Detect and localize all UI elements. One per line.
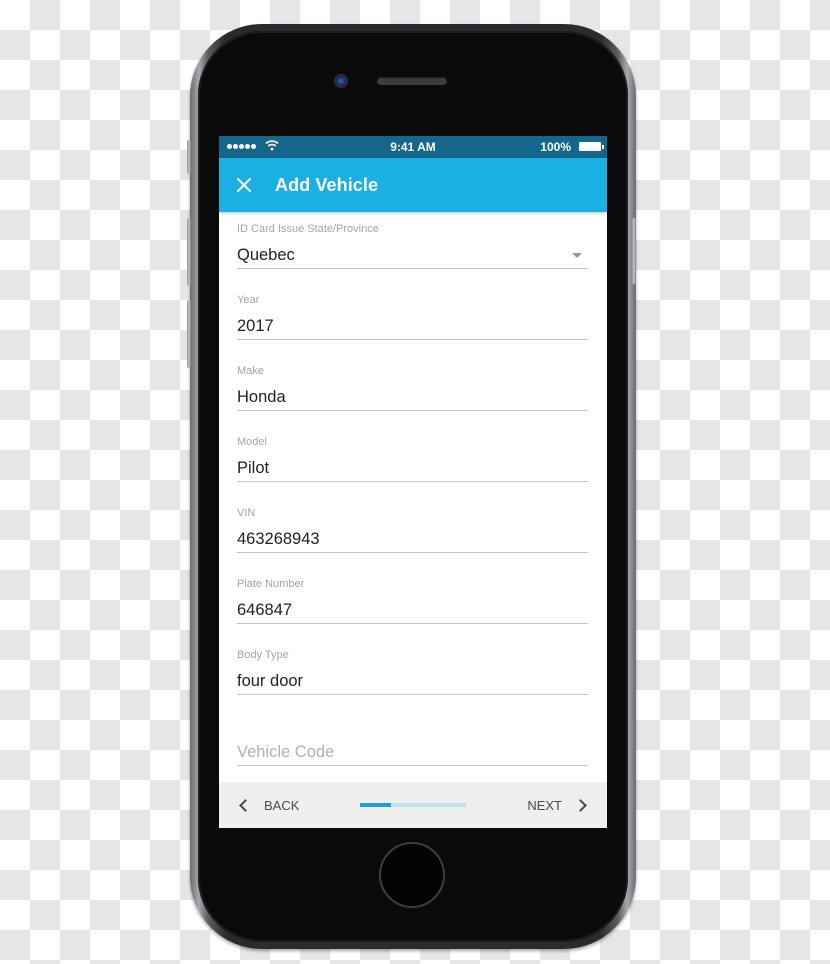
status-bar: 9:41 AM 100% [219, 136, 607, 158]
app-bar: Add Vehicle [219, 158, 607, 212]
vin-field: VIN [237, 496, 588, 567]
step-progress-fill [360, 803, 391, 807]
field-label: ID Card Issue State/Province [237, 223, 379, 235]
state-province-select[interactable] [237, 242, 588, 269]
battery-icon [579, 142, 604, 151]
vehicle-code-field [237, 709, 588, 780]
back-label: BACK [264, 798, 300, 813]
next-button[interactable]: NEXT [527, 798, 589, 813]
next-label: NEXT [527, 798, 562, 813]
model-field: Model [237, 425, 588, 496]
model-input[interactable] [237, 455, 588, 482]
volume-up-button [187, 218, 191, 286]
earpiece-speaker [377, 77, 447, 85]
home-button[interactable] [379, 842, 445, 908]
power-button [632, 218, 636, 284]
field-label: Year [237, 294, 260, 306]
battery-percentage: 100% [540, 140, 571, 154]
state-province-field: ID Card Issue State/Province [237, 212, 588, 283]
field-label: Model [237, 436, 267, 448]
front-camera [334, 74, 348, 88]
make-input[interactable] [237, 384, 588, 411]
body-type-input[interactable] [237, 668, 588, 695]
volume-down-button [187, 300, 191, 368]
plate-number-field: Plate Number [237, 567, 588, 638]
body-type-field: Body Type [237, 638, 588, 709]
field-label: VIN [237, 507, 256, 519]
vin-input[interactable] [237, 526, 588, 553]
chevron-left-icon [239, 799, 252, 812]
chevron-right-icon [574, 799, 587, 812]
back-button[interactable]: BACK [237, 798, 299, 813]
year-field: Year [237, 283, 588, 354]
year-input[interactable] [237, 313, 588, 340]
app-screen: 9:41 AM 100% Add Vehicle ID Card Issue S… [219, 136, 607, 828]
field-label: Plate Number [237, 578, 305, 590]
mute-switch [187, 140, 191, 174]
add-vehicle-form: ID Card Issue State/Province Year Make M… [219, 212, 607, 780]
dropdown-arrow-icon[interactable] [572, 253, 582, 258]
close-icon[interactable] [235, 176, 253, 194]
field-label: Body Type [237, 649, 289, 661]
page-title: Add Vehicle [275, 175, 379, 195]
make-field: Make [237, 354, 588, 425]
plate-number-input[interactable] [237, 597, 588, 624]
wizard-navigation-bar: BACK NEXT [219, 782, 607, 828]
step-progress-bar [360, 803, 466, 807]
vehicle-code-input[interactable] [237, 739, 588, 766]
field-label: Make [237, 365, 264, 377]
